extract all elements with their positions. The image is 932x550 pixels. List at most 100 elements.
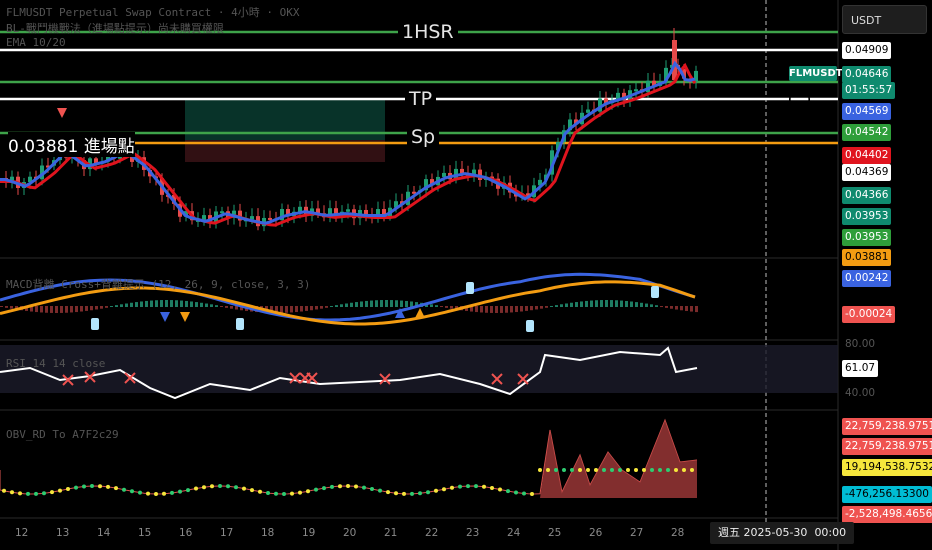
macd-histogram-bar <box>210 304 213 307</box>
obv-dot <box>306 489 310 494</box>
crosshair-date: 週五 2025-05-30 <box>718 526 808 539</box>
macd-histogram-bar <box>160 300 163 307</box>
macd-histogram-bar <box>495 306 498 313</box>
obv-dot <box>554 468 558 472</box>
divergence-marker <box>236 318 244 330</box>
time-axis-label: 12 <box>15 527 29 539</box>
macd-histogram-bar <box>625 300 628 307</box>
macd-histogram-bar <box>280 306 283 313</box>
obv-dot <box>490 486 494 490</box>
obv-dot <box>330 484 334 489</box>
chart-canvas[interactable] <box>0 0 932 550</box>
cross-down-marker <box>180 312 190 322</box>
currency-selector[interactable]: USDT <box>842 5 927 34</box>
macd-histogram-bar <box>70 306 73 313</box>
macd-histogram-bar <box>155 300 158 307</box>
macd-pane-title[interactable]: MACD背離 Cross+背離提示 (12, 26, 9, close, 3, … <box>6 276 310 292</box>
macd-histogram-bar <box>380 300 383 307</box>
macd-histogram-bar <box>640 302 643 307</box>
macd-histogram-bar <box>540 306 543 309</box>
price-tag: 0.03881 <box>842 249 892 266</box>
macd-histogram-bar <box>645 303 648 307</box>
obv-dot <box>410 491 414 496</box>
obv-dot <box>618 468 622 472</box>
price-tag: 40.00 <box>842 385 879 402</box>
trading-chart[interactable]: FLMUSDT Perpetual Swap Contract · 4小時 · … <box>0 0 932 550</box>
obv-dot <box>634 468 638 472</box>
obv-dot <box>202 485 206 490</box>
obv-dot <box>34 491 38 496</box>
obv-dot <box>42 491 46 496</box>
time-axis-label: 22 <box>425 527 439 539</box>
obv-dot <box>18 491 22 496</box>
macd-histogram-bar <box>200 302 203 307</box>
price-tag: 0.04402 <box>842 147 892 164</box>
macd-histogram-bar <box>690 306 693 312</box>
macd-histogram-bar <box>490 306 493 313</box>
obv-dot <box>2 488 6 493</box>
obv-dot <box>586 468 590 472</box>
macd-histogram-bar <box>85 306 88 311</box>
obv-dot <box>314 487 318 492</box>
macd-histogram-bar <box>295 306 298 313</box>
crosshair-date-label: 週五 2025-05-30 00:00 <box>710 522 855 544</box>
macd-histogram-bar <box>610 300 613 307</box>
macd-histogram-bar <box>675 306 678 310</box>
obv-dot <box>194 486 198 491</box>
candle-body <box>250 216 254 220</box>
macd-histogram-bar <box>55 306 58 313</box>
symbol-header[interactable]: FLMUSDT Perpetual Swap Contract · 4小時 · … <box>6 4 300 20</box>
price-tag: -2,528,498.46569 <box>842 506 932 523</box>
macd-histogram-bar <box>375 300 378 307</box>
obv-dot <box>682 468 686 472</box>
indicator-label-ema[interactable]: EMA 10/20 <box>6 36 66 49</box>
obv-dot <box>658 468 662 472</box>
obv-pane-title[interactable]: OBV_RD To A7F2c29 <box>6 428 119 441</box>
price-tag: 22,759,238.97511 <box>842 438 932 455</box>
macd-histogram-bar <box>615 300 618 307</box>
obv-dot <box>514 490 518 495</box>
time-axis-label: 20 <box>343 527 357 539</box>
time-axis-label: 18 <box>261 527 275 539</box>
rsi-pane-title[interactable]: RSI 14 14 close <box>6 357 105 370</box>
macd-histogram-bar <box>650 304 653 307</box>
macd-histogram-bar <box>40 306 43 313</box>
obv-dot <box>362 485 366 490</box>
macd-histogram-bar <box>400 300 403 307</box>
obv-dot <box>570 468 574 472</box>
obv-dot <box>506 489 510 494</box>
candle-body <box>634 89 638 92</box>
smiley-emoji-icon: 😊 <box>787 86 813 114</box>
obv-dot <box>594 468 598 472</box>
obv-dot <box>378 488 382 493</box>
macd-histogram-bar <box>585 300 588 307</box>
time-axis-label: 17 <box>220 527 234 539</box>
macd-histogram-bar <box>225 306 228 308</box>
divergence-marker <box>651 286 659 298</box>
time-axis-label: 26 <box>589 527 603 539</box>
rsi-band <box>0 345 838 393</box>
divergence-marker <box>91 318 99 330</box>
obv-dot <box>338 484 342 489</box>
obv-dot <box>66 487 70 491</box>
price-tag: 0.04542 <box>842 124 892 141</box>
sell-signal-marker <box>57 108 67 118</box>
time-axis-label: 24 <box>507 527 521 539</box>
obv-dot <box>466 484 470 489</box>
macd-histogram-bar <box>150 300 153 307</box>
macd-histogram-bar <box>545 306 548 308</box>
price-tag: 0.03953 <box>842 229 892 246</box>
macd-histogram-bar <box>330 305 333 307</box>
macd-histogram-bar <box>230 306 233 309</box>
obv-dot <box>346 484 350 488</box>
macd-histogram-bar <box>485 306 488 313</box>
indicator-label-bl[interactable]: BL-戰鬥機戰法（進場點提示）尚未購買權限 <box>6 20 224 36</box>
obv-dot <box>10 490 14 495</box>
obv-dot <box>114 486 118 491</box>
obv-dot <box>418 491 422 496</box>
macd-histogram-bar <box>135 302 138 307</box>
obv-dot <box>690 468 694 472</box>
macd-histogram-bar <box>75 306 78 313</box>
macd-histogram-bar <box>180 300 183 307</box>
obv-dot <box>258 489 262 494</box>
